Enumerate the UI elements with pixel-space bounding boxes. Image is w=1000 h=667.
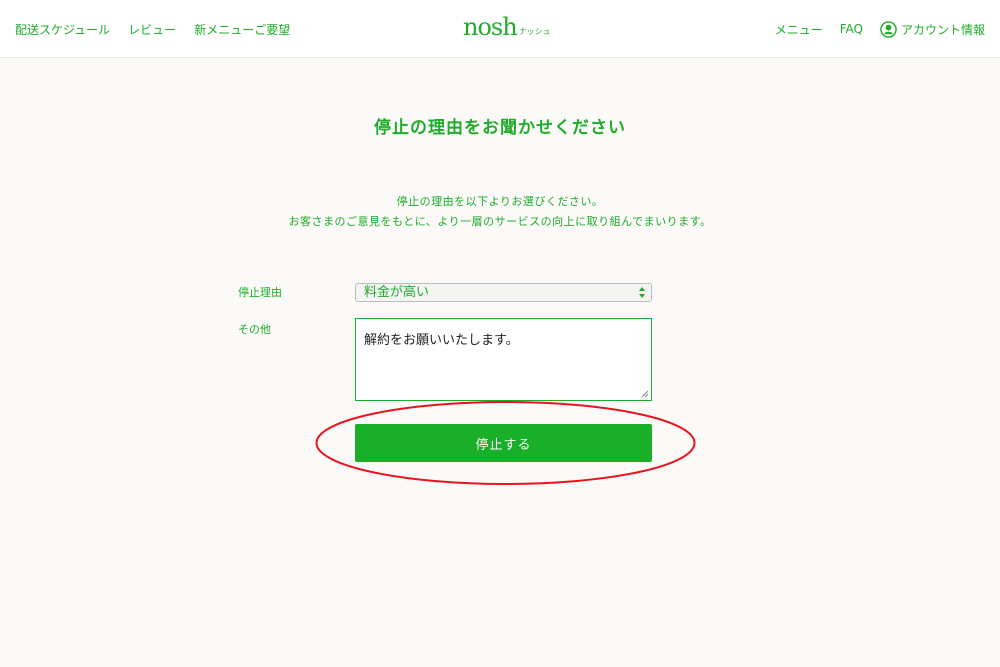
resize-grip-icon[interactable] [641,390,649,398]
other-text: 解約をお願いいたします。 [364,333,519,348]
page-title: 停止の理由をお聞かせください [374,118,626,138]
reason-select[interactable]: 料金が高い [355,283,652,302]
description-line-1: 停止の理由を以下よりお選びください。 [396,195,604,208]
account-label: アカウント情報 [900,22,985,37]
header: 配送スケジュール レビュー 新メニューご要望 nosh ナッシュ メニュー FA… [0,0,1000,58]
right-nav: メニュー FAQ アカウント情報 [775,0,985,58]
left-nav: 配送スケジュール レビュー 新メニューご要望 [15,0,290,58]
nav-faq[interactable]: FAQ [840,22,863,36]
nav-account[interactable]: アカウント情報 [880,20,985,38]
description-line-2: お客さまのご意見をもとに、より一層のサービスの向上に取り組んでまいります。 [288,215,712,228]
reason-selected-value: 料金が高い [364,285,430,300]
nav-review[interactable]: レビュー [128,21,176,38]
nav-delivery-schedule[interactable]: 配送スケジュール [15,21,110,38]
account-icon [880,20,897,38]
reason-label: 停止理由 [238,286,282,299]
logo-subtext: ナッシュ [518,27,551,36]
other-textarea[interactable]: 解約をお願いいたします。 [355,318,652,401]
nav-menu[interactable]: メニュー [775,21,823,38]
logo[interactable]: nosh ナッシュ [463,13,551,41]
nav-new-menu-request[interactable]: 新メニューご要望 [194,21,290,38]
logo-text: nosh [463,13,518,41]
stop-button[interactable]: 停止する [355,424,652,462]
select-arrows-icon [639,287,645,298]
other-label: その他 [238,323,271,336]
description: 停止の理由を以下よりお選びください。 お客さまのご意見をもとに、より一層のサービ… [0,192,1000,232]
